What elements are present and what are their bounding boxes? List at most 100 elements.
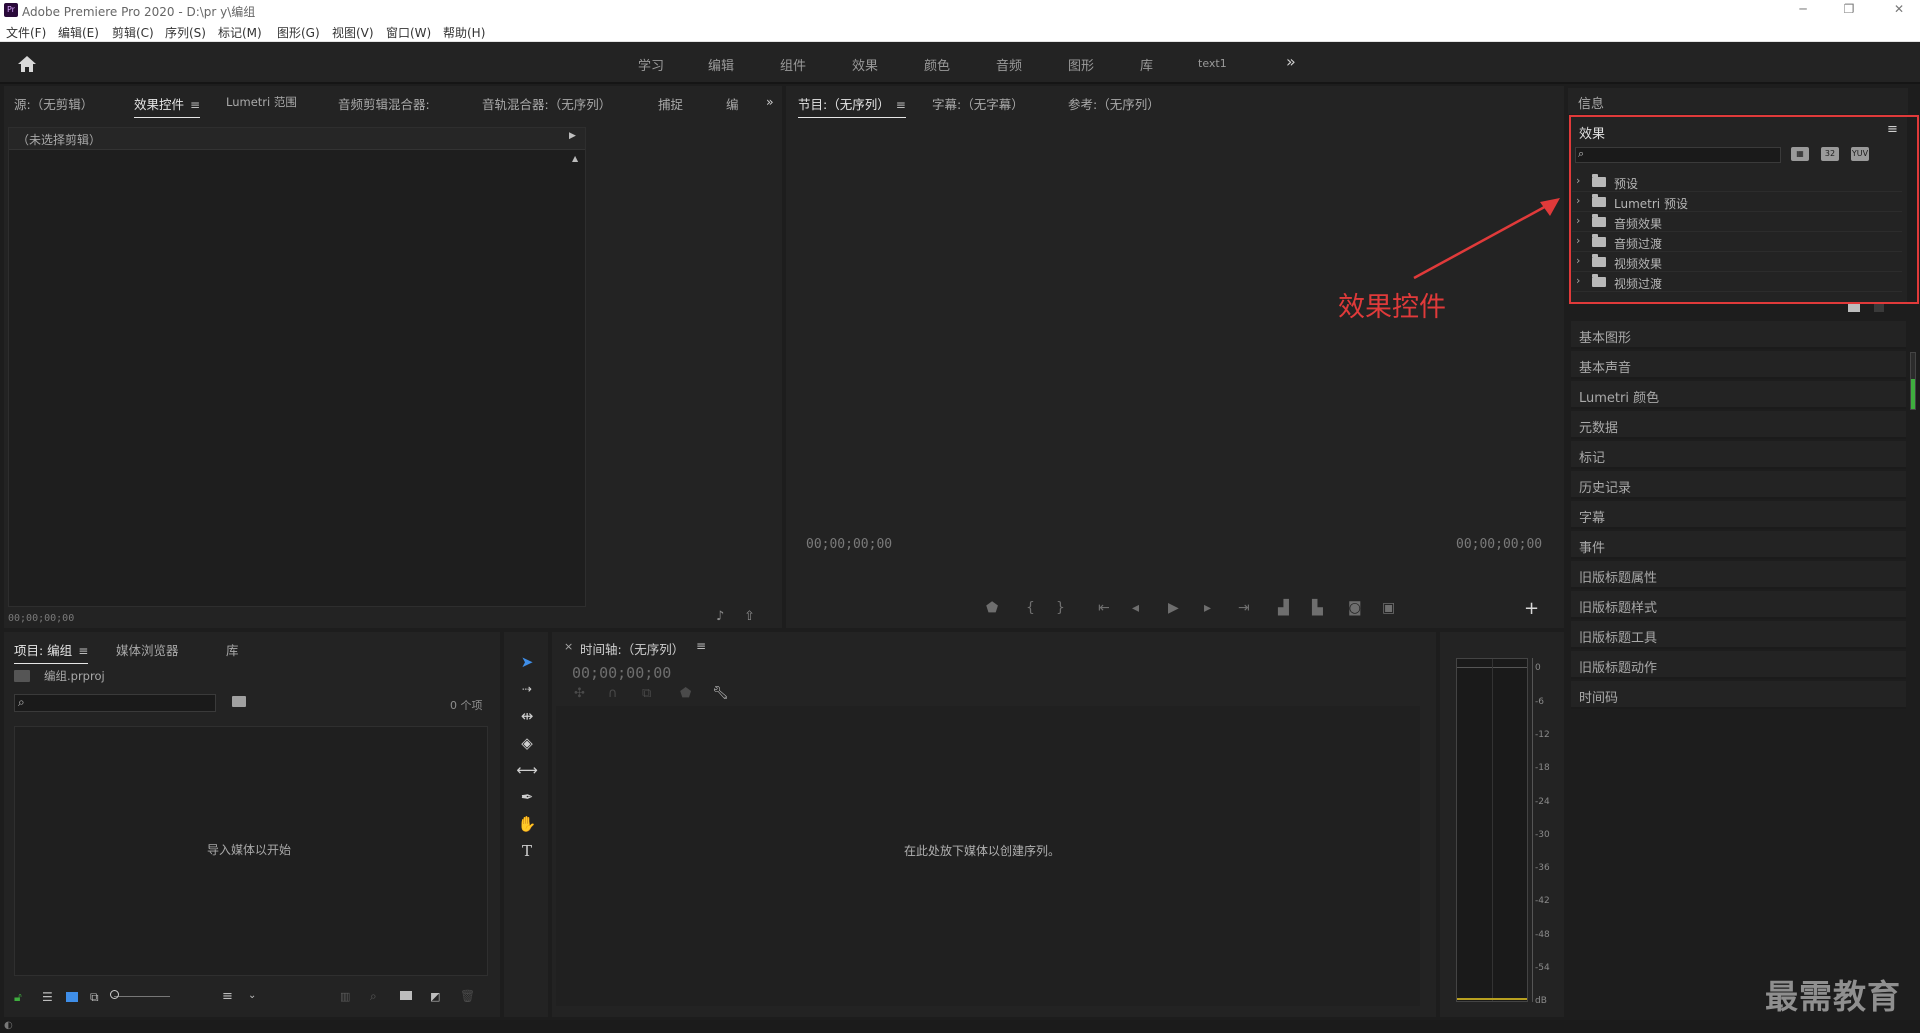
minimize-button[interactable]: ─: [1788, 2, 1818, 18]
wrench-icon[interactable]: 🔧︎: [712, 686, 729, 701]
tab-media-browser[interactable]: 媒体浏览器: [116, 640, 179, 659]
workspace-audio[interactable]: 音频: [996, 55, 1022, 74]
menu-graphics[interactable]: 图形(G): [277, 24, 320, 41]
program-timecode-current[interactable]: 00;00;00;00: [806, 537, 892, 552]
menu-marker[interactable]: 标记(M): [218, 24, 262, 41]
snap-icon[interactable]: ∩: [608, 686, 618, 701]
step-back-icon[interactable]: ◂: [1132, 600, 1139, 616]
right-panel-scrollbar[interactable]: [1910, 352, 1916, 410]
menu-edit[interactable]: 编辑(E): [58, 24, 99, 41]
go-to-in-icon[interactable]: ⇤: [1098, 600, 1110, 616]
workspace-edit[interactable]: 编辑: [708, 55, 734, 74]
razor-tool-icon[interactable]: ◈: [516, 732, 538, 754]
project-search-input[interactable]: ⌕: [14, 694, 216, 712]
tab-audio-clip-mixer[interactable]: 音频剪辑混合器:: [338, 94, 430, 113]
zoom-slider-handle[interactable]: [110, 990, 119, 999]
new-search-bin-icon[interactable]: [232, 696, 246, 707]
linked-selection-icon[interactable]: ⧉: [642, 686, 651, 701]
lock-icon[interactable]: 🔓︎: [14, 990, 22, 1005]
tab-reference[interactable]: 参考:（无序列）: [1068, 94, 1160, 113]
panel-menu-icon[interactable]: ≡: [190, 98, 200, 112]
tab-captions[interactable]: 字幕:（无字幕）: [932, 94, 1024, 113]
clear-icon[interactable]: 🗑︎: [460, 989, 475, 1003]
add-marker-icon[interactable]: ⬟: [680, 686, 691, 701]
menu-help[interactable]: 帮助(H): [443, 24, 485, 41]
close-button[interactable]: ✕: [1884, 2, 1914, 18]
track-select-tool-icon[interactable]: ⇢: [516, 678, 538, 700]
workspace-more-button[interactable]: »: [1286, 52, 1296, 71]
tab-source[interactable]: 源:（无剪辑）: [14, 94, 93, 113]
tab-info[interactable]: 信息: [1578, 93, 1604, 112]
export-frame-icon[interactable]: ⇧: [744, 609, 755, 624]
play-triangle-icon[interactable]: ▶: [569, 131, 576, 141]
workspace-libraries[interactable]: 库: [1140, 55, 1153, 74]
workspace-text1[interactable]: text1: [1198, 57, 1227, 70]
tab-libraries[interactable]: 库: [226, 640, 239, 659]
export-frame-icon[interactable]: ◙: [1348, 600, 1362, 616]
pen-tool-icon[interactable]: ✒: [516, 786, 538, 808]
panel-markers[interactable]: 标记: [1571, 441, 1906, 469]
tab-effect-controls[interactable]: 效果控件 ≡: [134, 94, 201, 118]
slip-tool-icon[interactable]: ⟷: [516, 759, 538, 781]
mark-out-icon[interactable]: }: [1056, 600, 1065, 616]
lift-icon[interactable]: ▟: [1278, 600, 1289, 616]
automate-to-sequence-icon[interactable]: ▥: [340, 990, 350, 1003]
menu-file[interactable]: 文件(F): [6, 24, 46, 41]
find-icon[interactable]: ⌕: [370, 989, 377, 1004]
tab-edit-truncated[interactable]: 编: [726, 94, 739, 113]
panel-menu-icon[interactable]: ≡: [896, 98, 906, 112]
panel-timecode[interactable]: 时间码: [1571, 681, 1906, 709]
panel-metadata[interactable]: 元数据: [1571, 411, 1906, 439]
home-icon[interactable]: [16, 54, 38, 74]
step-forward-icon[interactable]: ▸: [1204, 600, 1211, 616]
panel-more-button[interactable]: »: [766, 94, 774, 109]
menu-clip[interactable]: 剪辑(C): [112, 24, 154, 41]
workspace-effects[interactable]: 效果: [852, 55, 878, 74]
freeform-view-icon[interactable]: ⧉: [90, 990, 99, 1005]
workspace-assembly[interactable]: 组件: [780, 55, 806, 74]
close-icon[interactable]: ×: [564, 640, 573, 653]
menu-sequence[interactable]: 序列(S): [165, 24, 206, 41]
project-drop-area[interactable]: 导入媒体以开始: [14, 726, 488, 976]
panel-legacy-title-properties[interactable]: 旧版标题属性: [1571, 561, 1906, 589]
button-editor-add-icon[interactable]: +: [1524, 598, 1539, 619]
restore-button[interactable]: ❐: [1834, 2, 1864, 18]
tab-audio-track-mixer[interactable]: 音轨混合器:（无序列）: [482, 94, 611, 113]
panel-essential-sound[interactable]: 基本声音: [1571, 351, 1906, 379]
workspace-color[interactable]: 颜色: [924, 55, 950, 74]
panel-menu-icon[interactable]: ≡: [696, 639, 706, 653]
panel-history[interactable]: 历史记录: [1571, 471, 1906, 499]
nest-icon[interactable]: ✣: [574, 686, 585, 701]
panel-legacy-title-styles[interactable]: 旧版标题样式: [1571, 591, 1906, 619]
workspace-learn[interactable]: 学习: [638, 55, 664, 74]
panel-lumetri-color[interactable]: Lumetri 颜色: [1571, 381, 1906, 409]
comparison-view-icon[interactable]: ▣: [1382, 600, 1395, 616]
effect-controls-timecode[interactable]: 00;00;00;00: [8, 613, 74, 624]
chevron-down-icon[interactable]: ⌄: [248, 990, 256, 1001]
sort-icons-icon[interactable]: ≡: [222, 989, 233, 1004]
timeline-timecode[interactable]: 00;00;00;00: [572, 664, 671, 682]
add-marker-icon[interactable]: ⬟: [986, 600, 998, 616]
timeline-drop-area[interactable]: 在此处放下媒体以创建序列。: [556, 706, 1420, 1006]
loop-audio-icon[interactable]: ♪: [716, 609, 724, 624]
tab-lumetri-scopes[interactable]: Lumetri 范围: [226, 94, 297, 110]
ripple-edit-tool-icon[interactable]: ⇹: [516, 705, 538, 727]
panel-legacy-title-tools[interactable]: 旧版标题工具: [1571, 621, 1906, 649]
tab-capture[interactable]: 捕捉: [658, 94, 683, 113]
list-view-icon[interactable]: ☰: [42, 990, 53, 1004]
menu-window[interactable]: 窗口(W): [386, 24, 431, 41]
selection-tool-icon[interactable]: ➤: [516, 651, 538, 673]
zoom-slider[interactable]: [114, 996, 170, 997]
new-item-icon[interactable]: ◩: [430, 990, 440, 1003]
program-timecode-duration[interactable]: 00;00;00;00: [1456, 537, 1542, 552]
panel-events[interactable]: 事件: [1571, 531, 1906, 559]
mark-in-icon[interactable]: {: [1026, 600, 1035, 616]
menu-view[interactable]: 视图(V): [332, 24, 374, 41]
extract-icon[interactable]: ▙: [1312, 600, 1323, 616]
scrollbar-thumb[interactable]: [1911, 379, 1915, 409]
type-tool-icon[interactable]: T: [516, 840, 538, 862]
workspace-graphics[interactable]: 图形: [1068, 55, 1094, 74]
panel-essential-graphics[interactable]: 基本图形: [1571, 321, 1906, 349]
tab-program[interactable]: 节目:（无序列） ≡: [798, 94, 906, 118]
play-icon[interactable]: ▶: [1168, 600, 1179, 616]
